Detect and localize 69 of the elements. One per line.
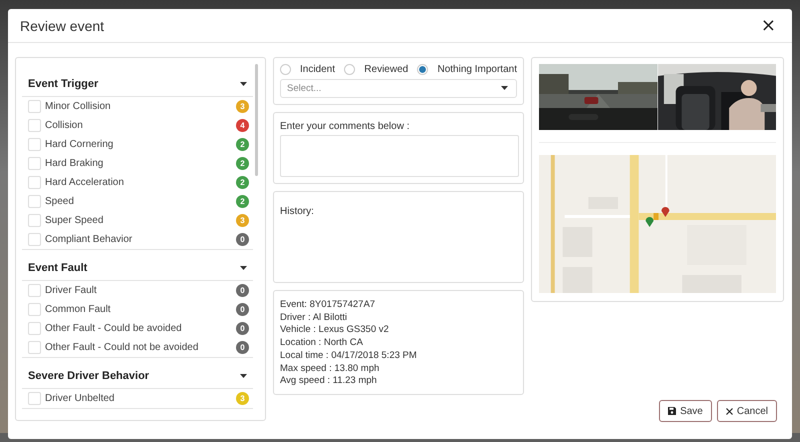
radio-button[interactable] [280, 64, 291, 76]
checkbox[interactable] [28, 100, 41, 113]
checkbox[interactable] [28, 157, 41, 170]
checkbox[interactable] [28, 214, 41, 227]
count-badge: 0 [236, 303, 249, 316]
cancel-button[interactable]: Cancel [716, 400, 777, 422]
count-badge: 2 [236, 157, 249, 170]
count-badge: 4 [236, 119, 249, 132]
filter-label: Collision [45, 120, 84, 131]
checkbox[interactable] [28, 176, 41, 189]
count-badge: 0 [236, 341, 249, 354]
comments-label: Enter your comments below : [280, 121, 410, 132]
radio-label: Nothing Important [437, 64, 517, 76]
filter-label: Super Speed [45, 215, 104, 226]
filter-label: Common Fault [45, 304, 112, 315]
filter-label: Minor Collision [45, 101, 112, 112]
count-badge: 2 [236, 138, 249, 151]
checkbox[interactable] [28, 303, 41, 316]
count-badge: 3 [236, 100, 249, 113]
checkbox[interactable] [28, 284, 41, 297]
caret-icon[interactable] [240, 82, 247, 86]
count-badge: 2 [236, 176, 249, 189]
filter-label: Compliant Behavior [45, 234, 134, 245]
filter-label: Driver Unbelted [45, 393, 116, 404]
count-badge: 3 [236, 214, 249, 227]
close-icon [726, 408, 733, 414]
checkbox[interactable] [28, 138, 41, 151]
radio-button[interactable] [417, 64, 428, 76]
radio-label: Reviewed [364, 64, 408, 76]
checkbox[interactable] [28, 233, 41, 246]
count-badge: 2 [236, 195, 249, 208]
count-badge: 0 [236, 284, 249, 297]
detail-text: Driver : Al Bilotti [280, 312, 348, 324]
detail-text: Local time : 04/17/2018 5:23 PM [280, 350, 418, 363]
checkbox[interactable] [28, 341, 41, 354]
detail-text: Vehicle : Lexus GS350 v2 [280, 324, 390, 338]
detail-text: Max speed : 13.80 mph [280, 362, 380, 376]
close-button[interactable]: × [756, 15, 780, 36]
scrollbar[interactable] [255, 64, 258, 176]
dialog-title: Review event [20, 18, 104, 34]
radio-button[interactable] [344, 64, 356, 76]
checkbox[interactable] [28, 322, 41, 335]
filter-label: Hard Cornering [45, 139, 114, 150]
caret-icon[interactable] [240, 374, 247, 378]
count-badge: 0 [236, 322, 249, 335]
filter-label: Driver Fault [45, 285, 98, 296]
checkbox[interactable] [28, 119, 41, 132]
detail-text: Event: 8Y01757427A7 [280, 299, 376, 312]
section-title: Event Fault [28, 262, 88, 274]
section-title: Severe Driver Behavior [28, 370, 150, 382]
checkbox[interactable] [28, 392, 41, 405]
count-badge: 0 [236, 233, 249, 246]
filter-label: Hard Braking [45, 158, 104, 169]
history-label: History: [280, 206, 314, 217]
category-select[interactable]: Select... [280, 78, 517, 98]
caret-icon [501, 86, 508, 90]
filter-label: Other Fault - Could not be avoided [45, 342, 200, 353]
checkbox[interactable] [28, 195, 41, 208]
section-title: Event Trigger [28, 78, 98, 90]
filter-label: Other Fault - Could be avoided [45, 323, 183, 334]
radio-label: Incident [300, 64, 336, 76]
caret-icon[interactable] [240, 266, 247, 270]
filter-label: Hard Acceleration [45, 177, 125, 188]
save-button[interactable]: Save [659, 400, 712, 422]
detail-text: Location : North CA [280, 337, 364, 350]
count-badge: 3 [236, 392, 249, 405]
comments-field[interactable] [280, 135, 519, 177]
filter-label: Speed [45, 196, 75, 207]
detail-text: Avg speed : 11.23 mph [280, 375, 378, 388]
